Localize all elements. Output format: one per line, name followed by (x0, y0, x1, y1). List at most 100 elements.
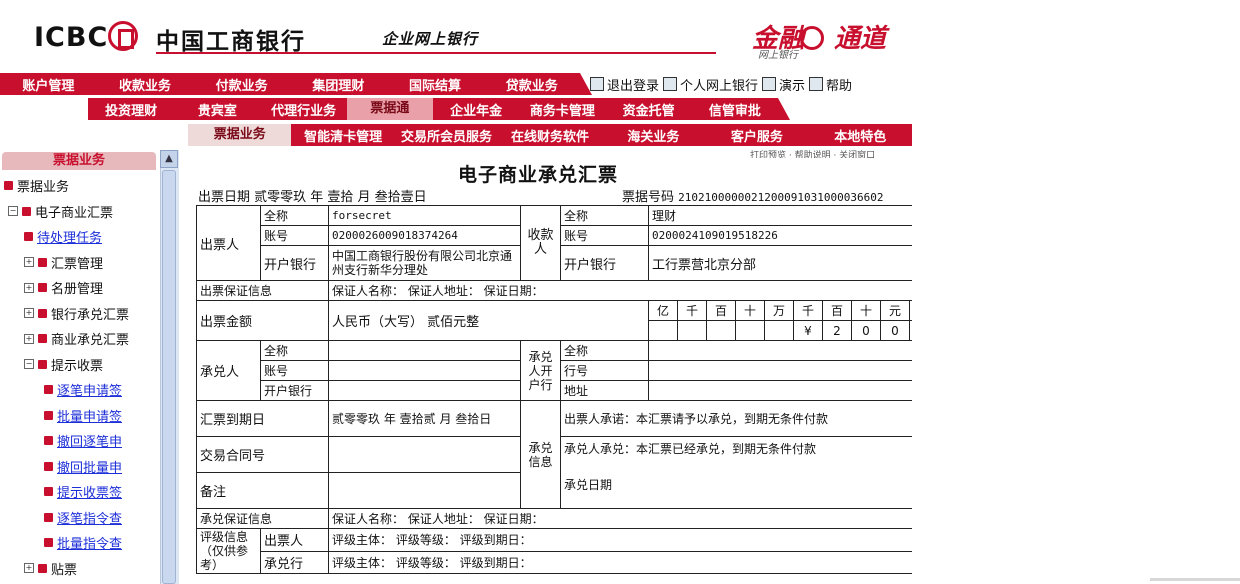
bill-table: 出票人 全称 forsecret 收款人 全称 理财 账号 0200026009… (196, 205, 968, 574)
nav-item-row3-6[interactable]: 本地特色 (809, 126, 912, 145)
sidebar-tree-item[interactable]: 撤回逐笔申 (44, 431, 122, 450)
acceptor-name (328, 340, 521, 361)
book-icon (38, 334, 47, 343)
nav-item-row2-7[interactable]: 信管审批 (692, 100, 778, 119)
sidebar-item-label[interactable]: 批量指令查 (57, 533, 122, 552)
collapse-icon[interactable]: − (24, 359, 34, 369)
nav-item-row2-5[interactable]: 商务卡管理 (519, 100, 605, 119)
sidebar-tree-item[interactable]: − 提示收票 (24, 355, 103, 374)
nav-item-row3-2[interactable]: 交易所会员服务 (395, 126, 498, 145)
nav-item-row2-4[interactable]: 企业年金 (433, 100, 519, 119)
utility-link-label: 个人网上银行 (680, 78, 759, 94)
nav-item-row1-4[interactable]: 国际结算 (387, 75, 484, 94)
blank-margin (912, 0, 1240, 584)
nav-item-row1-5[interactable]: 贷款业务 (483, 75, 580, 94)
nav-item-row2-3[interactable]: 票据通 (346, 98, 433, 120)
bank-name: 中国工商银行 (156, 29, 306, 55)
nav-item-row2-2[interactable]: 代理行业务 (261, 100, 347, 119)
nav-item-row1-1[interactable]: 收款业务 (97, 75, 194, 94)
sidebar-tree-item[interactable]: 批量申请签 (44, 406, 122, 425)
sidebar-item-label[interactable]: 提示收票签 (57, 482, 122, 501)
drawer-bank: 中国工商银行股份有限公司北京通州支行新华分理处 (328, 245, 521, 281)
sidebar-item-label: 汇票管理 (51, 256, 104, 272)
acceptor-side-name-label: 全称 (560, 340, 649, 361)
nav-item-row3-1[interactable]: 智能清卡管理 (291, 126, 394, 145)
expand-icon[interactable]: + (24, 333, 34, 344)
remark-label: 备注 (196, 472, 329, 509)
sidebar-tree-item[interactable]: + 汇票管理 (24, 253, 103, 272)
sidebar-item-label[interactable]: 逐笔申请签 (57, 380, 122, 399)
sidebar-tree-item[interactable]: 提示收票签 (44, 482, 122, 501)
amount-digit (648, 320, 678, 341)
expand-icon[interactable]: + (24, 563, 34, 573)
sidebar-tree-item[interactable]: − 电子商业汇票 (8, 202, 113, 221)
nav-item-row2-0[interactable]: 投资理财 (88, 100, 174, 119)
bottom-edge-line (1150, 578, 1240, 581)
acceptor-bank-label: 开户银行 (260, 380, 329, 401)
nav-item-row3-3[interactable]: 在线财务软件 (498, 126, 601, 145)
amount-unit: 百 (822, 300, 852, 321)
sidebar-tree-item[interactable]: 批量指令查 (44, 533, 122, 552)
book-icon (4, 181, 13, 190)
drawer-label: 出票人 (196, 205, 261, 281)
utility-link-3[interactable]: 帮助 (809, 74, 852, 94)
nav-item-row3-5[interactable]: 客户服务 (705, 126, 808, 145)
nav-item-row1-3[interactable]: 集团理财 (290, 75, 387, 94)
sidebar-tree-item[interactable]: + 商业承兑汇票 (24, 329, 129, 348)
header: ICBC 中国工商银行 企业网上银行 金融 通道 网上银行 (0, 0, 912, 70)
sidebar-item-label[interactable]: 撤回批量申 (57, 457, 122, 476)
nav-item-row2-1[interactable]: 贵宾室 (174, 100, 260, 119)
drawer-name-label: 全称 (260, 205, 329, 226)
utility-link-0[interactable]: 退出登录 (590, 74, 659, 94)
scroll-thumb[interactable] (162, 170, 176, 584)
content-top-links[interactable]: 打印预览 · 帮助说明 · 关闭窗口 (750, 148, 910, 158)
ticket-number: 票据号码 2102100000021200091031000036602 (622, 190, 884, 205)
nav-item-row2-6[interactable]: 资金托管 (606, 100, 692, 119)
sidebar-tree-item[interactable]: 逐笔指令查 (44, 508, 122, 527)
acceptor-name-label: 全称 (260, 340, 329, 361)
book-icon (38, 257, 47, 267)
sidebar-item-label: 票据业务 (17, 180, 70, 195)
sidebar-tree-item[interactable]: + 名册管理 (24, 278, 103, 297)
amount-unit: 十 (735, 300, 765, 321)
sidebar-item-label[interactable]: 撤回逐笔申 (57, 431, 122, 450)
logout-icon (590, 77, 604, 91)
sidebar-tree-item[interactable]: + 贴票 (24, 559, 77, 578)
utility-link-2[interactable]: 演示 (762, 74, 805, 94)
utility-bar: 退出登录 个人网上银行 演示 帮助 (590, 74, 910, 94)
ebank-label: 企业网上银行 (382, 30, 479, 48)
sidebar-tree-item[interactable]: 撤回批量申 (44, 457, 122, 476)
acceptor-promise: 承兑人承兑：本汇票已经承兑，到期无条件付款 承兑日期 (559, 436, 968, 509)
collapse-icon[interactable]: − (8, 206, 18, 216)
sidebar-item-label: 贴票 (51, 562, 78, 578)
amount-digit (706, 320, 736, 341)
utility-link-1[interactable]: 个人网上银行 (663, 74, 758, 94)
nav-row-1: 账户管理 收款业务 付款业务 集团理财 国际结算 贷款业务 (0, 73, 592, 95)
header-divider (156, 52, 716, 54)
amount-unit: 百 (706, 300, 736, 321)
nav-item-row1-2[interactable]: 付款业务 (193, 75, 290, 94)
payee-label: 收款人 (520, 205, 561, 281)
sidebar-tree-item[interactable]: 逐笔申请签 (44, 380, 122, 399)
book-icon (44, 538, 53, 547)
expand-icon[interactable]: + (24, 257, 34, 267)
sidebar-item-label: 电子商业汇票 (35, 205, 114, 221)
nav-item-row3-0[interactable]: 票据业务 (188, 124, 292, 146)
nav-item-row1-0[interactable]: 账户管理 (0, 75, 97, 94)
sidebar-item-label[interactable]: 批量申请签 (57, 406, 122, 425)
expand-icon[interactable]: + (24, 282, 34, 293)
expand-icon[interactable]: + (24, 308, 34, 318)
sidebar-tree-item[interactable]: 票据业务 (4, 176, 69, 195)
sidebar-tree-item[interactable]: + 银行承兑汇票 (24, 304, 129, 323)
acceptor-side-no-label: 行号 (560, 360, 649, 381)
amount-text: 人民币（大写） 贰佰元整 (328, 300, 649, 341)
rating-drawer-label: 出票人 (260, 528, 329, 552)
book-icon (24, 232, 33, 241)
acceptor-side-addr-label: 地址 (560, 380, 649, 401)
nav-item-row3-4[interactable]: 海关业务 (602, 126, 705, 145)
drawer-promise: 出票人承诺：本汇票请予以承兑，到期无条件付款 (559, 400, 968, 437)
scroll-up-icon[interactable]: ▲ (160, 150, 178, 168)
sidebar-item-label[interactable]: 逐笔指令查 (57, 508, 122, 527)
sidebar-tree-item[interactable]: 待处理任务 (24, 227, 102, 246)
sidebar-item-label[interactable]: 待处理任务 (37, 227, 102, 246)
